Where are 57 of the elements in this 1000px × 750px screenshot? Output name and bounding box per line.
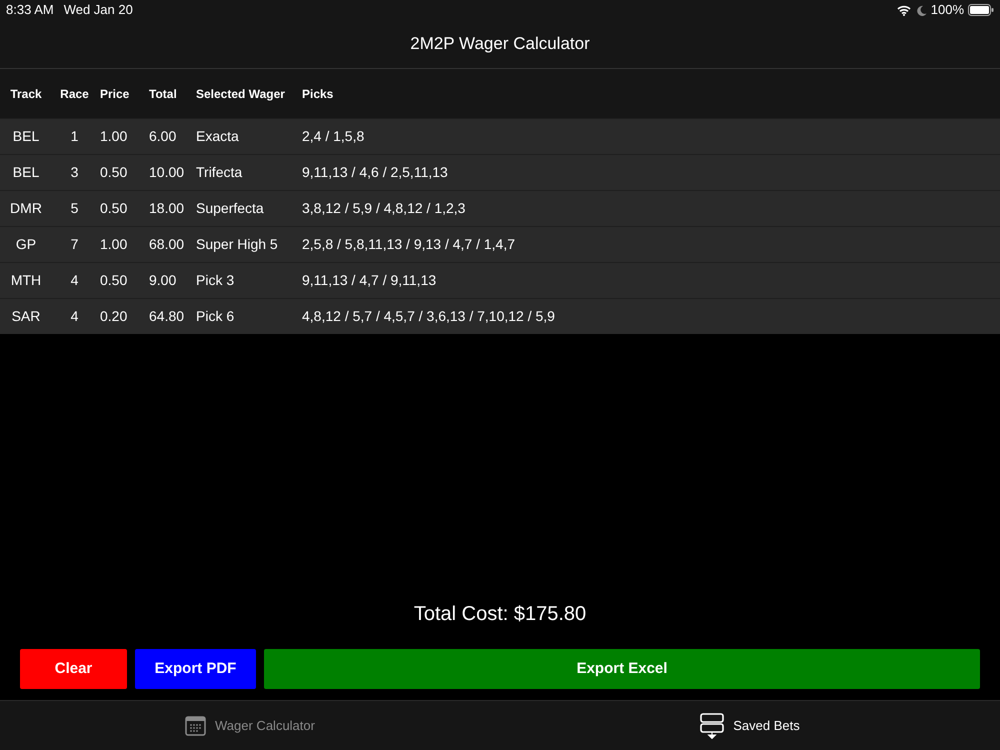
- column-header: Race: [60, 86, 89, 102]
- table-cell-text: 9,11,13 / 4,6 / 2,5,11,13: [302, 163, 448, 182]
- table-cell-text: 9.00: [149, 271, 176, 290]
- table-cell-text: 4: [70, 307, 78, 326]
- total-cost: Total Cost: $175.80: [414, 602, 586, 627]
- table-cell-text: Superfecta: [196, 199, 264, 218]
- clear-button[interactable]: Clear: [20, 649, 127, 689]
- tab-bar-item[interactable]: Saved Bets: [500, 701, 1000, 750]
- table-cell-text: SAR: [12, 307, 40, 326]
- calendar-icon: [185, 716, 206, 736]
- table-cell-text: 3: [70, 163, 78, 182]
- table-cell-text: Pick 6: [196, 307, 234, 326]
- table-cell-text: 6.00: [149, 127, 176, 146]
- export-pdf-button[interactable]: Export PDF: [135, 649, 256, 689]
- tab-bar-item[interactable]: Wager Calculator: [0, 701, 500, 750]
- table-cell-text: Pick 3: [196, 271, 234, 290]
- table-cell-text: 1.00: [100, 235, 128, 254]
- table-cell-text: DMR: [10, 199, 42, 218]
- export-excel-button[interactable]: Export Excel: [264, 649, 980, 689]
- stacked-boxes-icon: [700, 712, 724, 738]
- status-date: Wed Jan 20: [64, 1, 133, 20]
- table-cell-text: 4: [70, 271, 78, 290]
- table-cell-text: 7: [70, 235, 78, 254]
- status-time: 8:33 AM: [6, 1, 54, 20]
- column-header: Picks: [302, 86, 334, 102]
- table-cell-text: 1.00: [100, 127, 128, 146]
- table-cell-text: 10.00: [149, 163, 184, 182]
- table-cell-text: Trifecta: [196, 163, 242, 182]
- column-header: Track: [10, 86, 42, 102]
- table-cell-text: 0.50: [100, 199, 128, 218]
- column-header: Total: [149, 86, 177, 102]
- table-cell-text: 1: [70, 127, 78, 146]
- table-cell-text: GP: [16, 235, 36, 254]
- table-cell-text: 68.00: [149, 235, 184, 254]
- table-cell-text: 2,5,8 / 5,8,11,13 / 9,13 / 4,7 / 1,4,7: [302, 235, 516, 254]
- table-cell-text: 0.50: [100, 163, 128, 182]
- moon-icon: [916, 4, 927, 16]
- table-cell-text: MTH: [10, 271, 42, 290]
- wifi-icon: [896, 4, 911, 16]
- table-cell-text: 9,11,13 / 4,7 / 9,11,13: [302, 271, 436, 290]
- table-cell-text: 18.00: [149, 199, 184, 218]
- table-cell-text: 5: [70, 199, 78, 218]
- table-cell-text: BEL: [12, 127, 40, 146]
- table-cell-text: Super High 5: [196, 235, 278, 254]
- table-cell-text: 4,8,12 / 5,7 / 4,5,7 / 3,6,13 / 7,10,12 / 5,9: [302, 307, 555, 326]
- table-cell-text: Exacta: [196, 127, 239, 146]
- table-cell-text: BEL: [12, 163, 40, 182]
- battery-icon: [968, 4, 994, 16]
- column-header: Price: [100, 86, 130, 102]
- table-cell-text: 2,4 / 1,5,8: [302, 127, 364, 146]
- table-cell-text: 0.20: [100, 307, 128, 326]
- table-cell-text: 3,8,12 / 5,9 / 4,8,12 / 1,2,3: [302, 199, 466, 218]
- table-cell-text: 64.80: [149, 307, 184, 326]
- battery-percent: 100%: [930, 1, 964, 20]
- column-header: Selected Wager: [196, 86, 285, 102]
- table-cell-text: 0.50: [100, 271, 128, 290]
- nav-title: 2M2P Wager Calculator: [410, 33, 590, 56]
